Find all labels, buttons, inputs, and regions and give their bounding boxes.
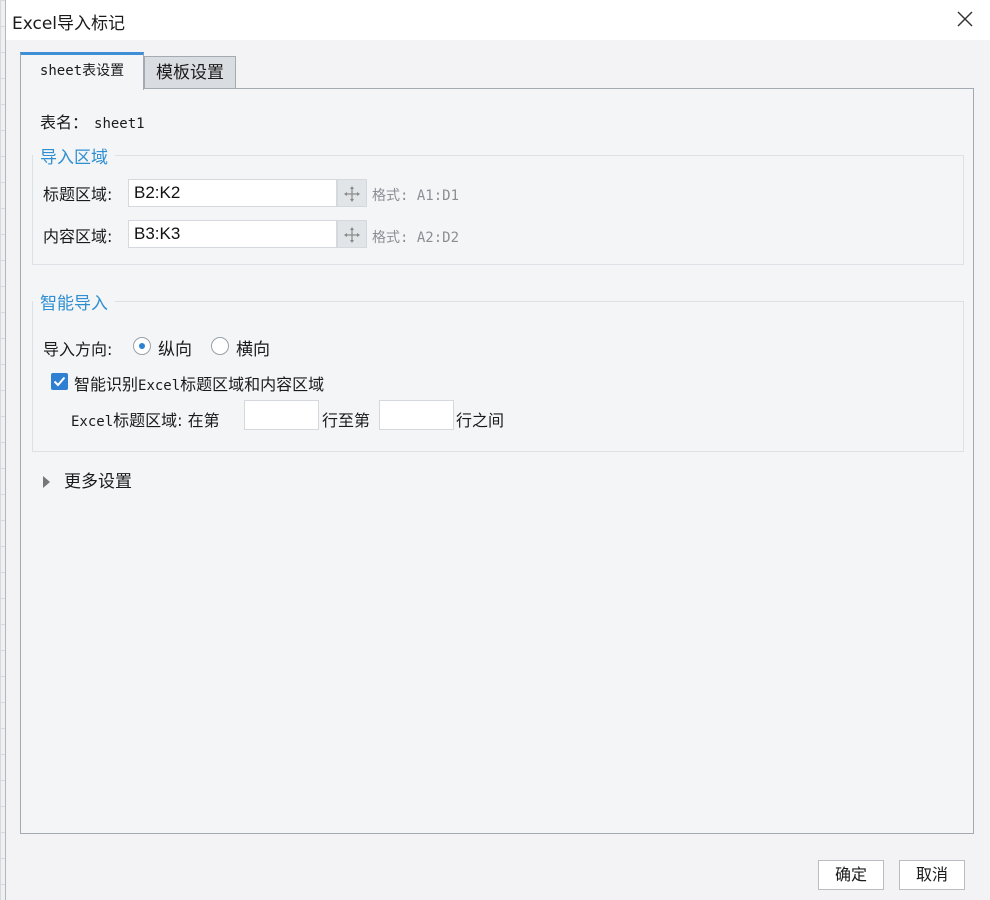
auto-detect-label[interactable]: 智能识别Excel标题区域和内容区域	[74, 371, 324, 395]
excel-import-dialog: Excel导入标记 sheet表设置 模板设置 表名： sheet1 导入区域 标…	[5, 0, 990, 900]
content-area-input[interactable]: B3:K3	[128, 220, 337, 248]
close-button[interactable]	[952, 6, 978, 32]
radio-vertical[interactable]	[133, 337, 151, 355]
import-area-title: 导入区域	[40, 148, 108, 168]
title-bar: Excel导入标记	[6, 0, 990, 40]
content-area-format-hint: 格式: A2:D2	[372, 230, 460, 246]
header-area-label: 标题区域:	[43, 185, 113, 204]
header-area-format-hint: 格式: A1:D1	[372, 188, 460, 204]
radio-horizontal-label[interactable]: 横向	[236, 335, 270, 360]
tab-template-settings[interactable]: 模板设置	[144, 56, 236, 90]
tab-panel-sheet-settings: 表名： sheet1 导入区域 标题区域: B2:K2 格式: A1:D1 内容区…	[20, 88, 974, 834]
header-range-start-input[interactable]	[244, 400, 319, 430]
header-range-label: Excel标题区域: 在第	[71, 411, 220, 430]
header-range-end-label: 行之间	[456, 411, 505, 430]
header-range-mid-label: 行至第	[322, 411, 371, 430]
smart-import-divider	[115, 301, 964, 302]
checkmark-icon	[53, 376, 66, 387]
content-area-picker-button[interactable]	[337, 220, 367, 248]
header-area-input[interactable]: B2:K2	[128, 179, 337, 207]
more-settings-toggle[interactable]: 更多设置	[43, 467, 132, 492]
radio-vertical-label[interactable]: 纵向	[158, 335, 192, 360]
ok-button[interactable]: 确定	[818, 860, 884, 890]
content-area-label: 内容区域:	[43, 227, 113, 246]
sheet-name-value: sheet1	[94, 116, 145, 132]
import-area-divider	[115, 155, 964, 156]
auto-detect-checkbox[interactable]	[51, 373, 68, 390]
smart-import-title: 智能导入	[40, 294, 108, 314]
import-direction-label: 导入方向:	[43, 340, 113, 359]
header-range-end-input[interactable]	[379, 400, 454, 430]
import-area-group	[32, 155, 964, 265]
sheet-name-label: 表名：	[40, 113, 89, 132]
move-cross-icon	[344, 227, 360, 243]
tab-sheet-settings[interactable]: sheet表设置	[20, 52, 144, 90]
radio-horizontal[interactable]	[211, 337, 229, 355]
window-title: Excel导入标记	[12, 14, 126, 34]
expand-arrow-icon	[43, 476, 50, 488]
move-cross-icon	[344, 186, 360, 202]
sheet-name-row: 表名： sheet1	[40, 109, 145, 133]
more-settings-label: 更多设置	[64, 472, 132, 492]
cancel-button[interactable]: 取消	[899, 860, 965, 890]
close-icon	[957, 11, 973, 27]
header-area-picker-button[interactable]	[337, 179, 367, 207]
